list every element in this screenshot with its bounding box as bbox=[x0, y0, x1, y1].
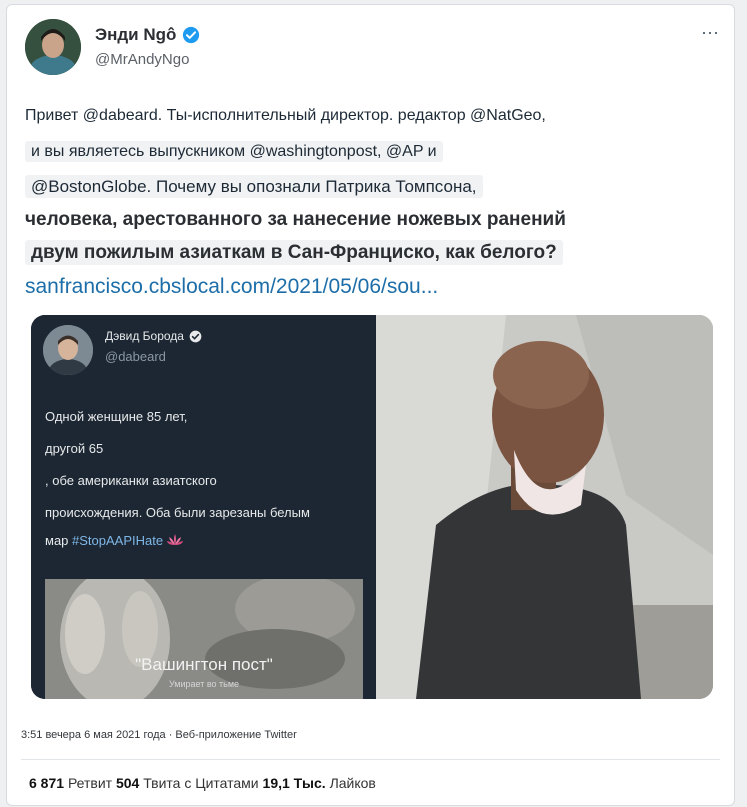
suspect-photo-image bbox=[376, 315, 713, 699]
verified-badge-icon bbox=[183, 26, 200, 44]
tweet-line-5: двум пожилым азиаткам в Сан-Франциско, к… bbox=[25, 240, 563, 265]
embedded-author-name: Дэвид Борода bbox=[105, 329, 184, 343]
hashtag-link[interactable]: #StopAAPIHate bbox=[72, 533, 163, 548]
embedded-text-5-prefix: мар bbox=[45, 533, 69, 548]
tweet-stats: 6 871 Ретвит 504 Твита с Цитатами 19,1 Т… bbox=[29, 775, 376, 791]
tweet-line-5-text: двум пожилым азиаткам в Сан-Франциско, к… bbox=[25, 240, 563, 265]
retweets-count[interactable]: 6 871 bbox=[29, 775, 64, 791]
embedded-text-4: происхождения. Оба были зарезаны белым bbox=[45, 505, 310, 520]
washington-post-title: "Вашингтон пост" bbox=[135, 655, 273, 674]
embedded-text-2: другой 65 bbox=[45, 441, 104, 456]
tweet-timestamp[interactable]: 3:51 вечера 6 мая 2021 года · Веб-прилож… bbox=[21, 729, 297, 741]
author-name[interactable]: Энди Ngô bbox=[95, 25, 176, 45]
embedded-tweet-image[interactable]: Дэвид Борода @dabeard Одной женщине 85 л… bbox=[31, 315, 375, 699]
embedded-text-5: мар #StopAAPIHate bbox=[45, 533, 183, 548]
divider bbox=[21, 759, 720, 760]
embedded-text-1: Одной женщине 85 лет, bbox=[45, 409, 188, 424]
tweet-link[interactable]: sanfrancisco.cbslocal.com/2021/05/06/sou… bbox=[25, 275, 438, 299]
lotus-emoji-icon bbox=[166, 534, 183, 545]
embedded-author-name-row: Дэвид Борода bbox=[105, 329, 202, 343]
tweet-media[interactable]: Дэвид Борода @dabeard Одной женщине 85 л… bbox=[31, 315, 713, 699]
author-avatar[interactable] bbox=[25, 19, 81, 75]
washington-post-card[interactable]: "Вашингтон пост" Умирает во тьме bbox=[45, 579, 363, 699]
embedded-text-3: , обе американки азиатского bbox=[45, 473, 217, 488]
embedded-author-avatar bbox=[43, 325, 93, 375]
tweet-card: Энди Ngô @MrAndyNgo ⋯ Привет @dabeard. Т… bbox=[6, 4, 735, 806]
quotes-label[interactable]: Твита с Цитатами bbox=[143, 775, 258, 791]
embedded-verified-icon bbox=[189, 330, 202, 342]
tweet-line-4: человека, арестованного за нанесение нож… bbox=[25, 209, 566, 230]
likes-count[interactable]: 19,1 Тыс. bbox=[263, 775, 326, 791]
likes-label[interactable]: Лайков bbox=[330, 775, 376, 791]
more-options-icon[interactable]: ⋯ bbox=[701, 23, 720, 44]
author-name-row[interactable]: Энди Ngô bbox=[95, 23, 200, 47]
suspect-photo[interactable] bbox=[376, 315, 713, 699]
quotes-count[interactable]: 504 bbox=[116, 775, 139, 791]
tweet-line-3-text: @BostonGlobe. Почему вы опознали Патрика… bbox=[25, 175, 483, 198]
washington-post-subtitle: Умирает во тьме bbox=[168, 679, 240, 689]
tweet-line-1: Привет @dabeard. Ты-исполнительный дирек… bbox=[25, 107, 546, 124]
tweet-line-2: и вы являетесь выпускником @washingtonpo… bbox=[25, 141, 443, 162]
author-handle[interactable]: @MrAndyNgo bbox=[95, 51, 189, 68]
retweets-label[interactable]: Ретвит bbox=[68, 775, 112, 791]
tweet-line-2-text: и вы являетесь выпускником @washingtonpo… bbox=[25, 141, 443, 162]
embedded-author-handle: @dabeard bbox=[105, 349, 166, 364]
tweet-line-3: @BostonGlobe. Почему вы опознали Патрика… bbox=[25, 175, 483, 198]
